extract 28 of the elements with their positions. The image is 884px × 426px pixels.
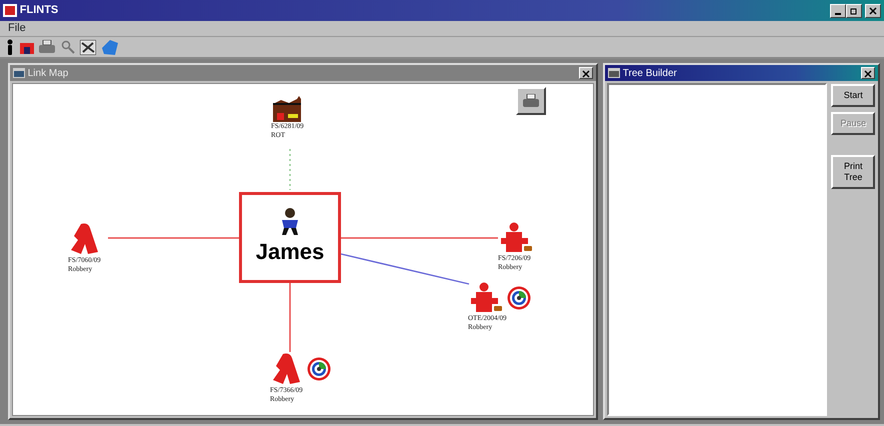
print-tree-button[interactable]: Print Tree bbox=[831, 154, 876, 189]
window-title: Tree Builder bbox=[622, 66, 677, 80]
window-title: FLINTS bbox=[20, 3, 58, 18]
person-name: James bbox=[256, 238, 324, 266]
close-button[interactable] bbox=[865, 4, 881, 18]
print-button[interactable] bbox=[516, 87, 546, 115]
printer-icon[interactable] bbox=[39, 40, 55, 54]
minimize-icon bbox=[835, 12, 842, 15]
close-button[interactable] bbox=[861, 67, 875, 79]
person-box[interactable]: James bbox=[239, 192, 341, 283]
minimize-button[interactable] bbox=[830, 4, 846, 18]
printer-icon bbox=[523, 94, 539, 108]
window-icon bbox=[608, 68, 620, 78]
figure-icon bbox=[468, 282, 504, 314]
restore-button[interactable] bbox=[846, 4, 862, 18]
close-icon bbox=[869, 6, 877, 15]
close-icon bbox=[582, 70, 590, 78]
person-icon[interactable] bbox=[6, 39, 14, 55]
figure-icon bbox=[498, 222, 534, 254]
window-title: Link Map bbox=[28, 66, 68, 80]
building-icon[interactable] bbox=[20, 40, 34, 54]
restore-icon bbox=[850, 6, 858, 15]
tree-button[interactable]: Start bbox=[831, 84, 876, 107]
app-icon bbox=[3, 4, 17, 17]
person-icon bbox=[279, 207, 301, 235]
window-icon bbox=[13, 68, 25, 78]
close-icon bbox=[864, 70, 872, 78]
menu-item[interactable]: File bbox=[8, 20, 26, 37]
